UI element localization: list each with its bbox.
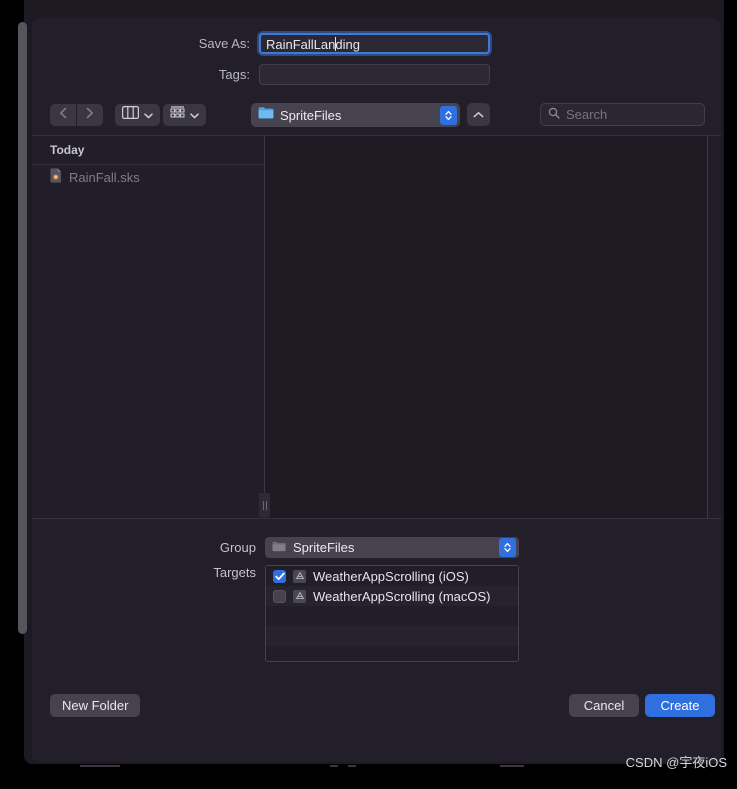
save-as-row: Save As: RainFallLanding [32,32,721,54]
target-row-empty [266,606,518,626]
up-down-stepper-icon[interactable] [499,538,516,557]
grip-bar [265,500,267,510]
save-as-label: Save As: [198,35,250,51]
watermark: CSDN @宇夜iOS [625,755,727,770]
preview-column [707,136,721,518]
grip-bar [262,500,264,510]
cancel-button[interactable]: Cancel [569,694,639,717]
parent-window-bottom-hint-3 [348,765,356,767]
column-view-button[interactable] [115,104,160,126]
target-row-empty [266,646,518,661]
folder-icon [272,539,286,557]
sidebar-item-label: RainFall.sks [69,169,140,185]
parent-window-bottom-hint-4 [500,765,524,767]
chevron-down-icon [190,106,199,124]
save-form-area: Save As: RainFallLanding Tags: [32,18,721,98]
column-resize-divider[interactable] [259,136,270,518]
file-browser: Today RainFall.sks [32,135,721,518]
chevron-left-icon [59,106,67,124]
create-button[interactable]: Create [645,694,715,717]
group-popup-button[interactable]: SpriteFiles [265,537,519,558]
sidebar: Today RainFall.sks [32,136,264,518]
column-view-icon [122,106,140,124]
sidebar-item-rainfall-sks[interactable]: RainFall.sks [32,165,264,189]
grid-view-icon [170,106,185,124]
target-label: WeatherAppScrolling (iOS) [313,568,469,584]
target-row-empty [266,626,518,646]
up-down-stepper-icon[interactable] [440,105,457,125]
target-row[interactable]: WeatherAppScrolling (macOS) [266,586,518,606]
path-popup-label: SpriteFiles [280,107,342,123]
search-input[interactable]: Search [540,103,705,126]
forward-button[interactable] [77,104,103,126]
dialog-button-bar: New Folder Cancel Create [32,688,721,762]
save-as-input[interactable]: RainFallLanding [259,32,490,54]
folder-icon [258,106,274,124]
target-app-icon [293,589,306,603]
chevron-right-icon [86,106,94,124]
file-list-column[interactable] [265,136,707,518]
target-label: WeatherAppScrolling (macOS) [313,588,491,604]
sidebar-section-header: Today [32,136,264,165]
back-button[interactable] [50,104,76,126]
new-folder-button[interactable]: New Folder [50,694,141,717]
chevron-up-icon [473,106,484,124]
targets-list[interactable]: WeatherAppScrolling (iOS) WeatherAppScro… [265,565,519,662]
targets-row: Targets WeatherAppScrolling (iOS) Weathe… [32,565,721,662]
search-icon [548,106,560,124]
target-row[interactable]: WeatherAppScrolling (iOS) [266,566,518,586]
parent-window-bottom-hint-1 [80,765,120,767]
enclosing-folder-button[interactable] [467,103,490,126]
search-placeholder: Search [566,107,608,122]
targets-label: Targets [213,565,256,580]
save-options-area: Group SpriteFiles Targets WeatherAppScro… [32,518,721,689]
parent-window-bottom-hint-2 [330,765,338,767]
group-label: Group [219,540,256,555]
group-popup-label: SpriteFiles [293,540,355,555]
column-resize-grip[interactable] [259,493,270,517]
path-popup-button[interactable]: SpriteFiles [251,103,460,127]
tags-label: Tags: [218,66,250,82]
save-dialog-sheet: Save As: RainFallLanding Tags: SpriteFil… [32,18,721,762]
tags-row: Tags: [32,63,721,85]
chevron-down-icon [144,106,153,124]
target-checkbox-unchecked[interactable] [273,589,286,603]
target-app-icon [293,569,306,583]
group-by-button[interactable] [163,104,206,126]
save-as-text-before-caret: RainFallLan [266,36,336,52]
target-checkbox-checked[interactable] [273,569,286,583]
tags-input[interactable] [259,63,490,85]
parent-window-left-scrollbar[interactable] [18,22,27,634]
file-browser-toolbar: SpriteFiles Search [32,98,721,135]
save-as-text-after-caret: ding [335,36,360,52]
file-icon [50,168,62,186]
group-row: Group SpriteFiles [32,537,721,558]
